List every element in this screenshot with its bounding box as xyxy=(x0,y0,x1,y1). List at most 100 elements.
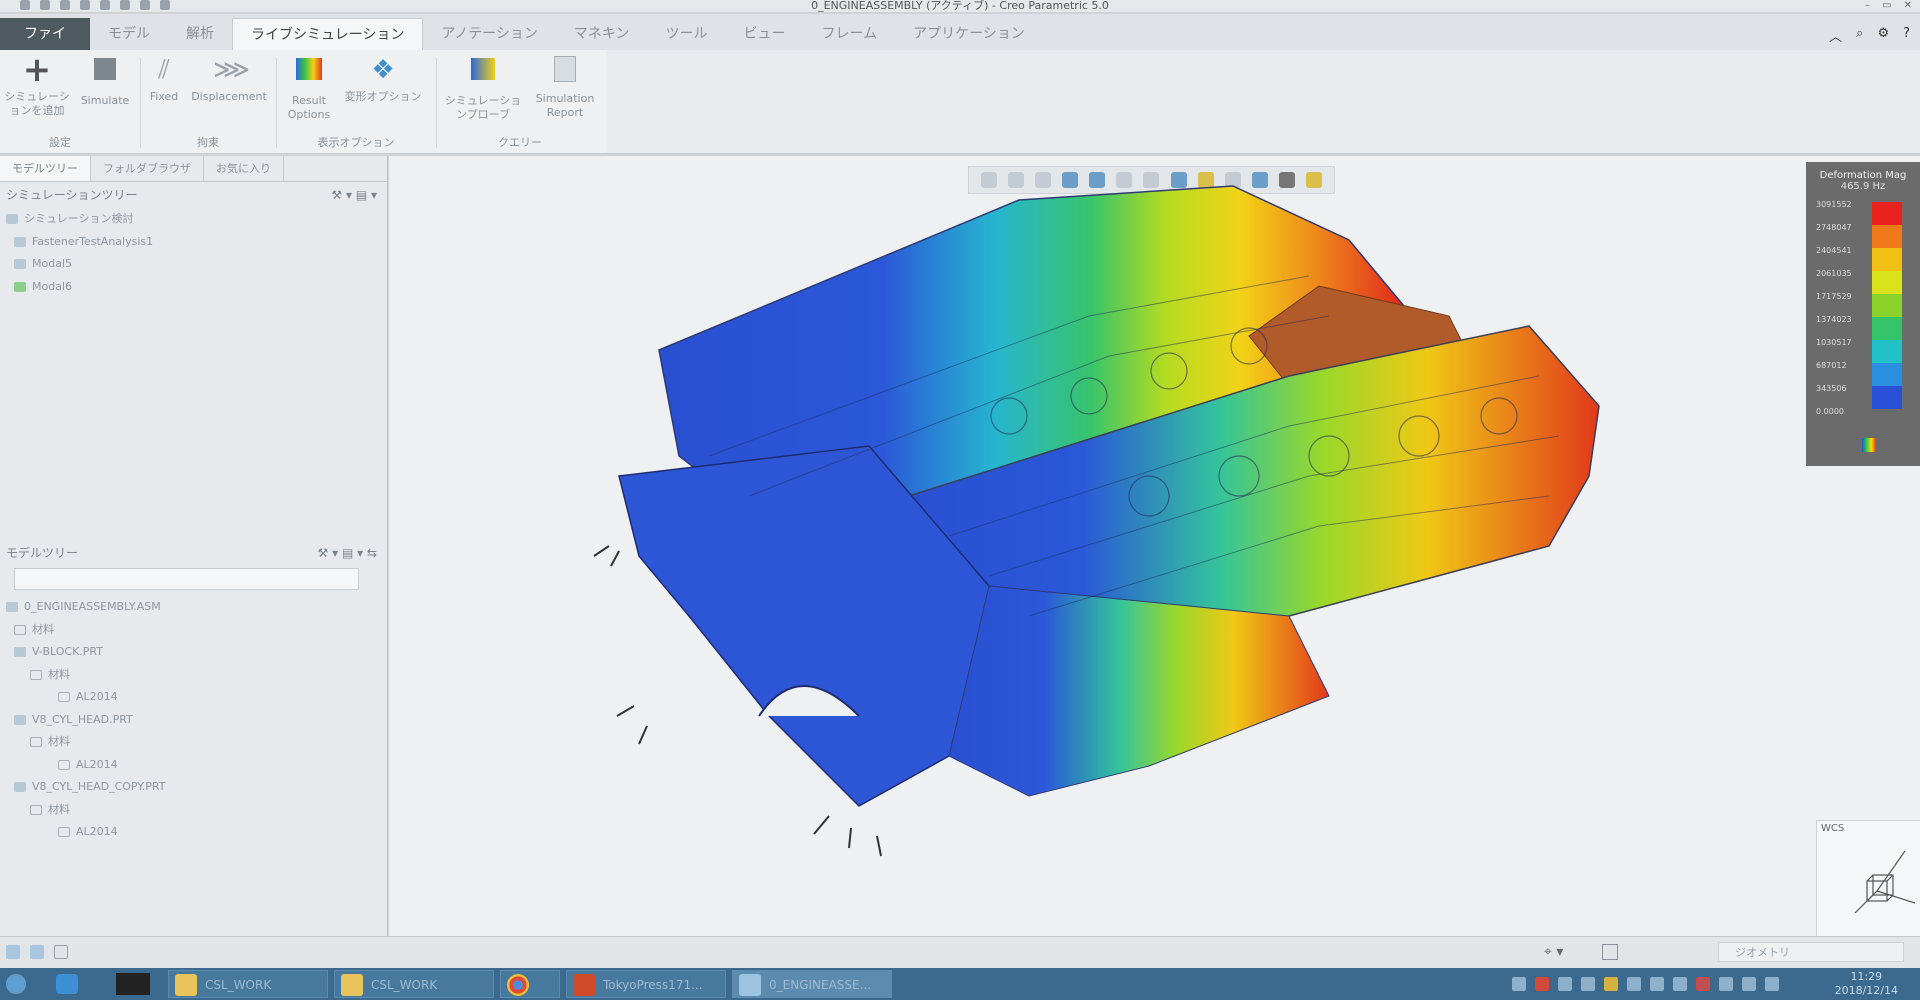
navigator-tabs: モデルツリー フォルダブラウザ お気に入り xyxy=(0,156,387,182)
engine-model-render[interactable] xyxy=(389,156,1920,936)
tree-item[interactable]: 材料 xyxy=(0,619,387,642)
legend-title: Deformation Mag xyxy=(1819,170,1907,181)
tree-item[interactable]: V8_CYL_HEAD_COPY.PRT xyxy=(0,776,387,799)
tray-icon[interactable] xyxy=(1650,977,1664,991)
color-scale-icon[interactable] xyxy=(1862,438,1876,452)
taskbar-item-folder[interactable]: CSL_WORK xyxy=(334,970,494,998)
navigator-toggle-icon[interactable] xyxy=(6,945,20,959)
tab-favorites[interactable]: お気に入り xyxy=(204,156,284,181)
browser-toggle-icon[interactable] xyxy=(30,945,44,959)
tree-item[interactable]: AL2014 xyxy=(0,754,387,777)
chevron-up-icon[interactable]: ︿ xyxy=(1829,26,1842,45)
tab-model[interactable]: モデル xyxy=(90,18,168,50)
selection-filter-select[interactable]: ジオメトリ xyxy=(1718,942,1904,962)
tab-model-tree[interactable]: モデルツリー xyxy=(0,156,91,181)
smart-select-icon[interactable] xyxy=(1602,944,1618,960)
settings-icon[interactable]: ⚙ xyxy=(1877,26,1889,45)
taskbar-item-folder[interactable]: CSL_WORK xyxy=(168,970,328,998)
tab-applications[interactable]: アプリケーション xyxy=(895,18,1043,50)
search-icon[interactable]: ⌕ xyxy=(1856,26,1863,45)
tree-item[interactable]: 0_ENGINEASSEMBLY.ASM xyxy=(0,596,387,619)
displacement-button[interactable]: ⋙ Displacement xyxy=(186,54,272,104)
clock-time: 11:29 xyxy=(1850,970,1883,983)
tab-tools[interactable]: ツール xyxy=(648,18,726,50)
tray-icon[interactable] xyxy=(1673,977,1687,991)
tree-item[interactable]: V8_CYL_HEAD.PRT xyxy=(0,709,387,732)
tray-icon[interactable] xyxy=(1627,977,1641,991)
tree-item-label: 材料 xyxy=(48,667,70,681)
deform-options-button[interactable]: ❖ 変形オプション xyxy=(340,54,426,104)
result-options-button[interactable]: Result Options xyxy=(280,54,338,122)
tree-item[interactable]: 材料 xyxy=(0,799,387,822)
help-icon[interactable]: ? xyxy=(1903,26,1910,45)
simulation-report-button[interactable]: Simulation Report xyxy=(528,54,602,120)
coordinate-triad: WCS xyxy=(1816,820,1920,936)
simulation-report-label: Simulation Report xyxy=(535,92,595,119)
legend-frequency: 465.9 Hz xyxy=(1840,181,1886,192)
maximize-icon[interactable]: ▭ xyxy=(1882,0,1891,11)
taskbar-item-label: CSL_WORK xyxy=(205,978,272,992)
graphics-window[interactable]: Deformation Mag 465.9 Hz 3091552 2748047… xyxy=(389,156,1920,936)
tree-item[interactable]: Modal5 xyxy=(0,253,387,276)
minimize-icon[interactable]: – xyxy=(1865,0,1870,11)
tab-live-simulation[interactable]: ライブシミュレーション xyxy=(232,18,424,50)
tab-view[interactable]: ビュー xyxy=(726,18,804,50)
simulate-button[interactable]: Simulate xyxy=(76,54,134,108)
fixed-button[interactable]: ⫽ Fixed xyxy=(144,54,184,104)
tree-item[interactable]: FastenerTestAnalysis1 xyxy=(0,231,387,254)
ie-icon[interactable] xyxy=(56,974,78,994)
model-tree-settings-icon[interactable]: ⚒ ▾ ▤ ▾ ⇆ xyxy=(318,540,377,566)
navigator-panel: モデルツリー フォルダブラウザ お気に入り シミュレーションツリー ⚒ ▾ ▤ … xyxy=(0,156,388,936)
tray-icon[interactable] xyxy=(1696,977,1710,991)
tab-annotation[interactable]: アノテーション xyxy=(423,18,555,50)
tab-framework[interactable]: フレーム xyxy=(804,18,896,50)
network-icon[interactable] xyxy=(1765,977,1779,991)
tab-analysis[interactable]: 解析 xyxy=(168,18,232,50)
tree-item[interactable]: AL2014 xyxy=(0,821,387,844)
add-simulation-button[interactable]: + シミュレーションを追加 xyxy=(2,53,72,118)
tree-item[interactable]: Modal6 xyxy=(0,276,387,299)
folder-icon xyxy=(341,974,363,996)
tree-item[interactable]: V-BLOCK.PRT xyxy=(0,641,387,664)
tree-item[interactable]: シミュレーション検討 xyxy=(0,208,387,231)
tray-icon[interactable] xyxy=(1558,977,1572,991)
taskbar-item-creo[interactable]: 0_ENGINEASSE... xyxy=(732,970,892,998)
tree-settings-icon[interactable]: ⚒ ▾ ▤ ▾ xyxy=(331,182,377,208)
legend-value: 0.0000 xyxy=(1816,407,1844,416)
find-icon[interactable]: ⌖ ▾ xyxy=(1544,944,1563,960)
simulation-probe-button[interactable]: シミュレーションプローブ xyxy=(440,54,526,122)
tray-icon[interactable] xyxy=(1604,977,1618,991)
fullscreen-icon[interactable] xyxy=(54,945,68,959)
tree-item[interactable]: 材料 xyxy=(0,664,387,687)
legend-swatch xyxy=(1872,386,1902,409)
start-icon[interactable] xyxy=(6,974,26,994)
tab-file[interactable]: ファイル xyxy=(0,18,90,74)
tab-manikin[interactable]: マネキン xyxy=(556,18,648,50)
taskbar-clock[interactable]: 11:29 2018/12/14 xyxy=(1835,970,1898,998)
volume-icon[interactable] xyxy=(1742,977,1756,991)
taskbar-item-powerpoint[interactable]: TokyoPress171... xyxy=(566,970,726,998)
tray-icon[interactable] xyxy=(1535,977,1549,991)
legend-value: 2748047 xyxy=(1816,223,1852,232)
model-tree-search-input[interactable] xyxy=(14,568,359,590)
taskbar-item-chrome[interactable] xyxy=(500,970,560,998)
material-folder-icon xyxy=(30,737,42,747)
part-icon xyxy=(14,782,26,792)
stop-square-icon xyxy=(89,58,121,90)
tree-item[interactable]: 材料 xyxy=(0,731,387,754)
tree-item[interactable]: AL2014 xyxy=(0,686,387,709)
triad-axes-icon xyxy=(1854,850,1916,914)
group-settings[interactable]: 設定 xyxy=(0,134,120,150)
menu-bar: ファイル モデル 解析 ライブシミュレーション アノテーション マネキン ツール… xyxy=(0,14,1920,74)
tree-item-label: V-BLOCK.PRT xyxy=(32,645,103,658)
displacement-icon: ⋙ xyxy=(213,55,250,85)
close-icon[interactable]: ✕ xyxy=(1904,0,1912,11)
tray-icon[interactable] xyxy=(1512,977,1526,991)
tray-icon[interactable] xyxy=(1719,977,1733,991)
terminal-icon[interactable] xyxy=(116,973,150,995)
tab-folder-browser[interactable]: フォルダブラウザ xyxy=(91,156,204,181)
tray-icon[interactable] xyxy=(1581,977,1595,991)
folder-icon xyxy=(175,974,197,996)
simulation-tree-header: シミュレーションツリー ⚒ ▾ ▤ ▾ xyxy=(0,182,387,208)
model-tree-header: モデルツリー ⚒ ▾ ▤ ▾ ⇆ xyxy=(0,540,387,566)
